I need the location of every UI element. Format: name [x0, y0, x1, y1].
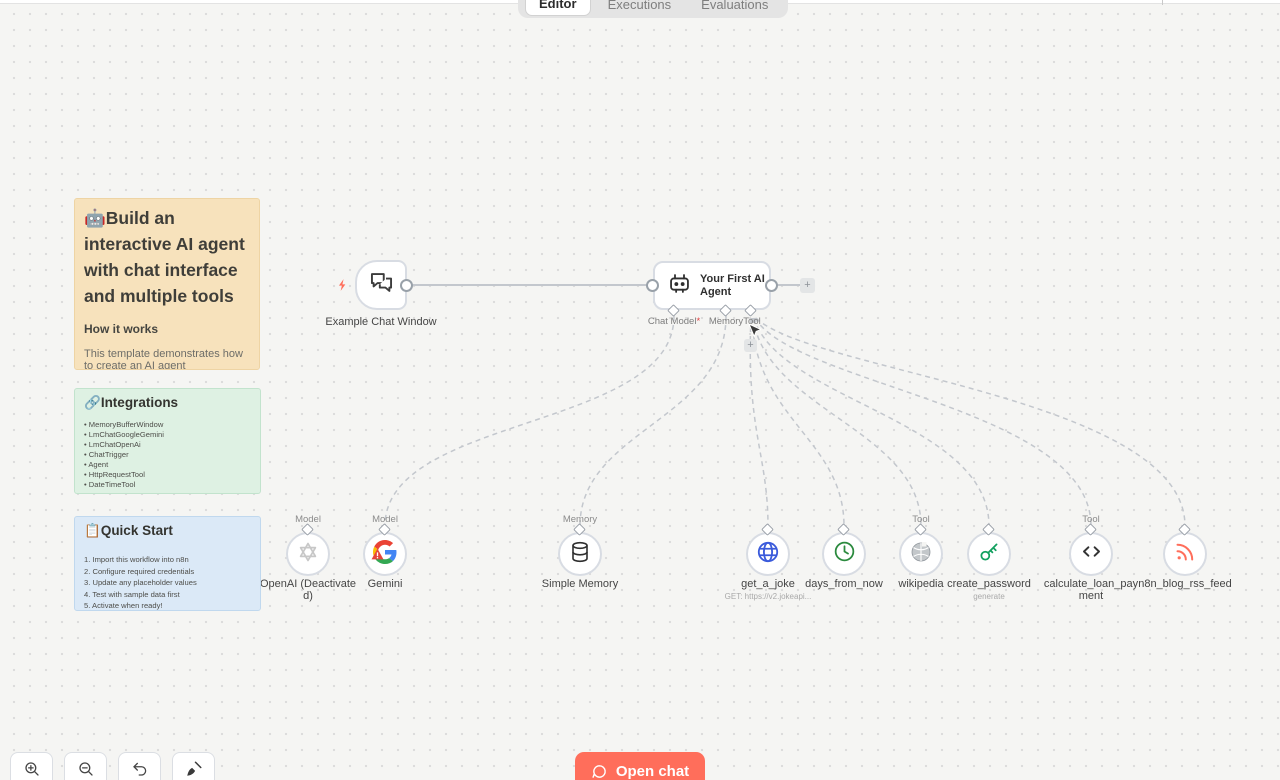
agent-input-port[interactable]	[646, 279, 659, 292]
workflow-canvas[interactable]: Editor Executions Evaluations 🤖Build an …	[0, 0, 1280, 780]
warning-icon	[371, 547, 384, 565]
code-icon	[1079, 539, 1104, 569]
node-name: calculate_loan_payment	[1041, 578, 1141, 602]
zoom-out-icon	[77, 760, 95, 780]
integrations-list: MemoryBufferWindow LmChatGoogleGemini Lm…	[84, 420, 251, 490]
note-title: 📋Quick Start	[84, 523, 251, 539]
globe-icon	[755, 539, 781, 570]
node-circle[interactable]	[746, 532, 790, 576]
tab-editor[interactable]: Editor	[525, 0, 591, 16]
node-subtitle: GET: https://v2.jokeapi...	[708, 592, 828, 601]
database-icon	[568, 540, 592, 569]
trigger-output-port[interactable]	[400, 279, 413, 292]
node-name: Simple Memory	[530, 578, 630, 590]
openai-icon	[295, 539, 321, 570]
port-label-memory: Memory	[709, 316, 743, 327]
list-item: Test with sample data first	[84, 589, 251, 601]
agent-output-port[interactable]	[765, 279, 778, 292]
tab-evaluations[interactable]: Evaluations	[688, 0, 781, 16]
node-circle[interactable]	[558, 532, 602, 576]
list-item: Update any placeholder values	[84, 577, 251, 589]
add-node-button[interactable]: +	[800, 278, 815, 293]
list-item: HttpRequestTool	[84, 470, 251, 480]
robot-emoji-icon: 🤖	[84, 208, 106, 228]
node-name: Gemini	[335, 578, 435, 590]
chat-bubbles-icon	[368, 269, 395, 301]
list-item: LmChatOpenAi	[84, 440, 251, 450]
node-circle[interactable]	[1163, 532, 1207, 576]
undo-button[interactable]	[118, 752, 161, 780]
node-circle[interactable]	[899, 532, 943, 576]
node-circle[interactable]	[286, 532, 330, 576]
zoom-in-button[interactable]	[10, 752, 53, 780]
node-subtitle: generate	[929, 592, 1049, 601]
open-chat-label: Open chat	[616, 763, 689, 780]
trigger-node-label: Example Chat Window	[325, 316, 436, 328]
clipboard-emoji-icon: 📋	[84, 523, 101, 538]
robot-icon	[666, 270, 693, 302]
clock-icon	[832, 539, 857, 569]
chat-bubble-icon	[591, 763, 608, 780]
open-chat-button[interactable]: Open chat	[575, 752, 705, 780]
node-ai-agent[interactable]: Your First AI Agent	[653, 261, 771, 310]
note-clipped-text: This template demonstrates how to create…	[84, 348, 250, 370]
trigger-bolt-icon	[336, 278, 350, 297]
view-tabs: Editor Executions Evaluations	[518, 0, 788, 18]
port-label-chat-model: Chat Model*	[648, 316, 700, 327]
node-name: n8n_blog_rss_feed	[1135, 578, 1235, 590]
zoom-out-button[interactable]	[64, 752, 107, 780]
note-title: 🤖Build an interactive AI agent with chat…	[84, 205, 250, 309]
list-item: Agent	[84, 460, 251, 470]
agent-node-title: Your First AI Agent	[700, 273, 769, 298]
list-item: ChatTrigger	[84, 450, 251, 460]
note-section-heading: How it works	[84, 322, 250, 336]
mouse-cursor	[748, 324, 761, 344]
undo-icon	[131, 760, 149, 780]
node-circle[interactable]	[363, 532, 407, 576]
list-item: Import this workflow into n8n	[84, 554, 251, 566]
tab-executions[interactable]: Executions	[595, 0, 685, 16]
tidy-up-button[interactable]	[172, 752, 215, 780]
link-emoji-icon: 🔗	[84, 395, 101, 410]
node-circle[interactable]	[1069, 532, 1113, 576]
list-item: DateTimeTool	[84, 480, 251, 490]
node-circle[interactable]	[967, 532, 1011, 576]
note-title: 🔗Integrations	[84, 395, 251, 411]
sticky-note-integrations[interactable]: 🔗Integrations MemoryBufferWindow LmChatG…	[74, 388, 261, 494]
wikipedia-globe-icon	[909, 540, 933, 569]
list-item: Activate when ready!	[84, 600, 251, 611]
list-item: Configure required credentials	[84, 566, 251, 578]
list-item: LmChatGoogleGemini	[84, 430, 251, 440]
broom-icon	[185, 760, 203, 780]
list-item: MemoryBufferWindow	[84, 420, 251, 430]
quick-start-list: Import this workflow into n8n Configure …	[84, 554, 251, 611]
sticky-note-quick-start[interactable]: 📋Quick Start Import this workflow into n…	[74, 516, 261, 611]
rss-icon	[1173, 540, 1197, 569]
sticky-note-build-agent[interactable]: 🤖Build an interactive AI agent with chat…	[74, 198, 260, 370]
node-circle[interactable]	[822, 532, 866, 576]
zoom-in-icon	[23, 760, 41, 780]
top-bar-divider	[1162, 0, 1163, 5]
node-name: create_password	[939, 578, 1039, 590]
key-icon	[977, 539, 1002, 569]
